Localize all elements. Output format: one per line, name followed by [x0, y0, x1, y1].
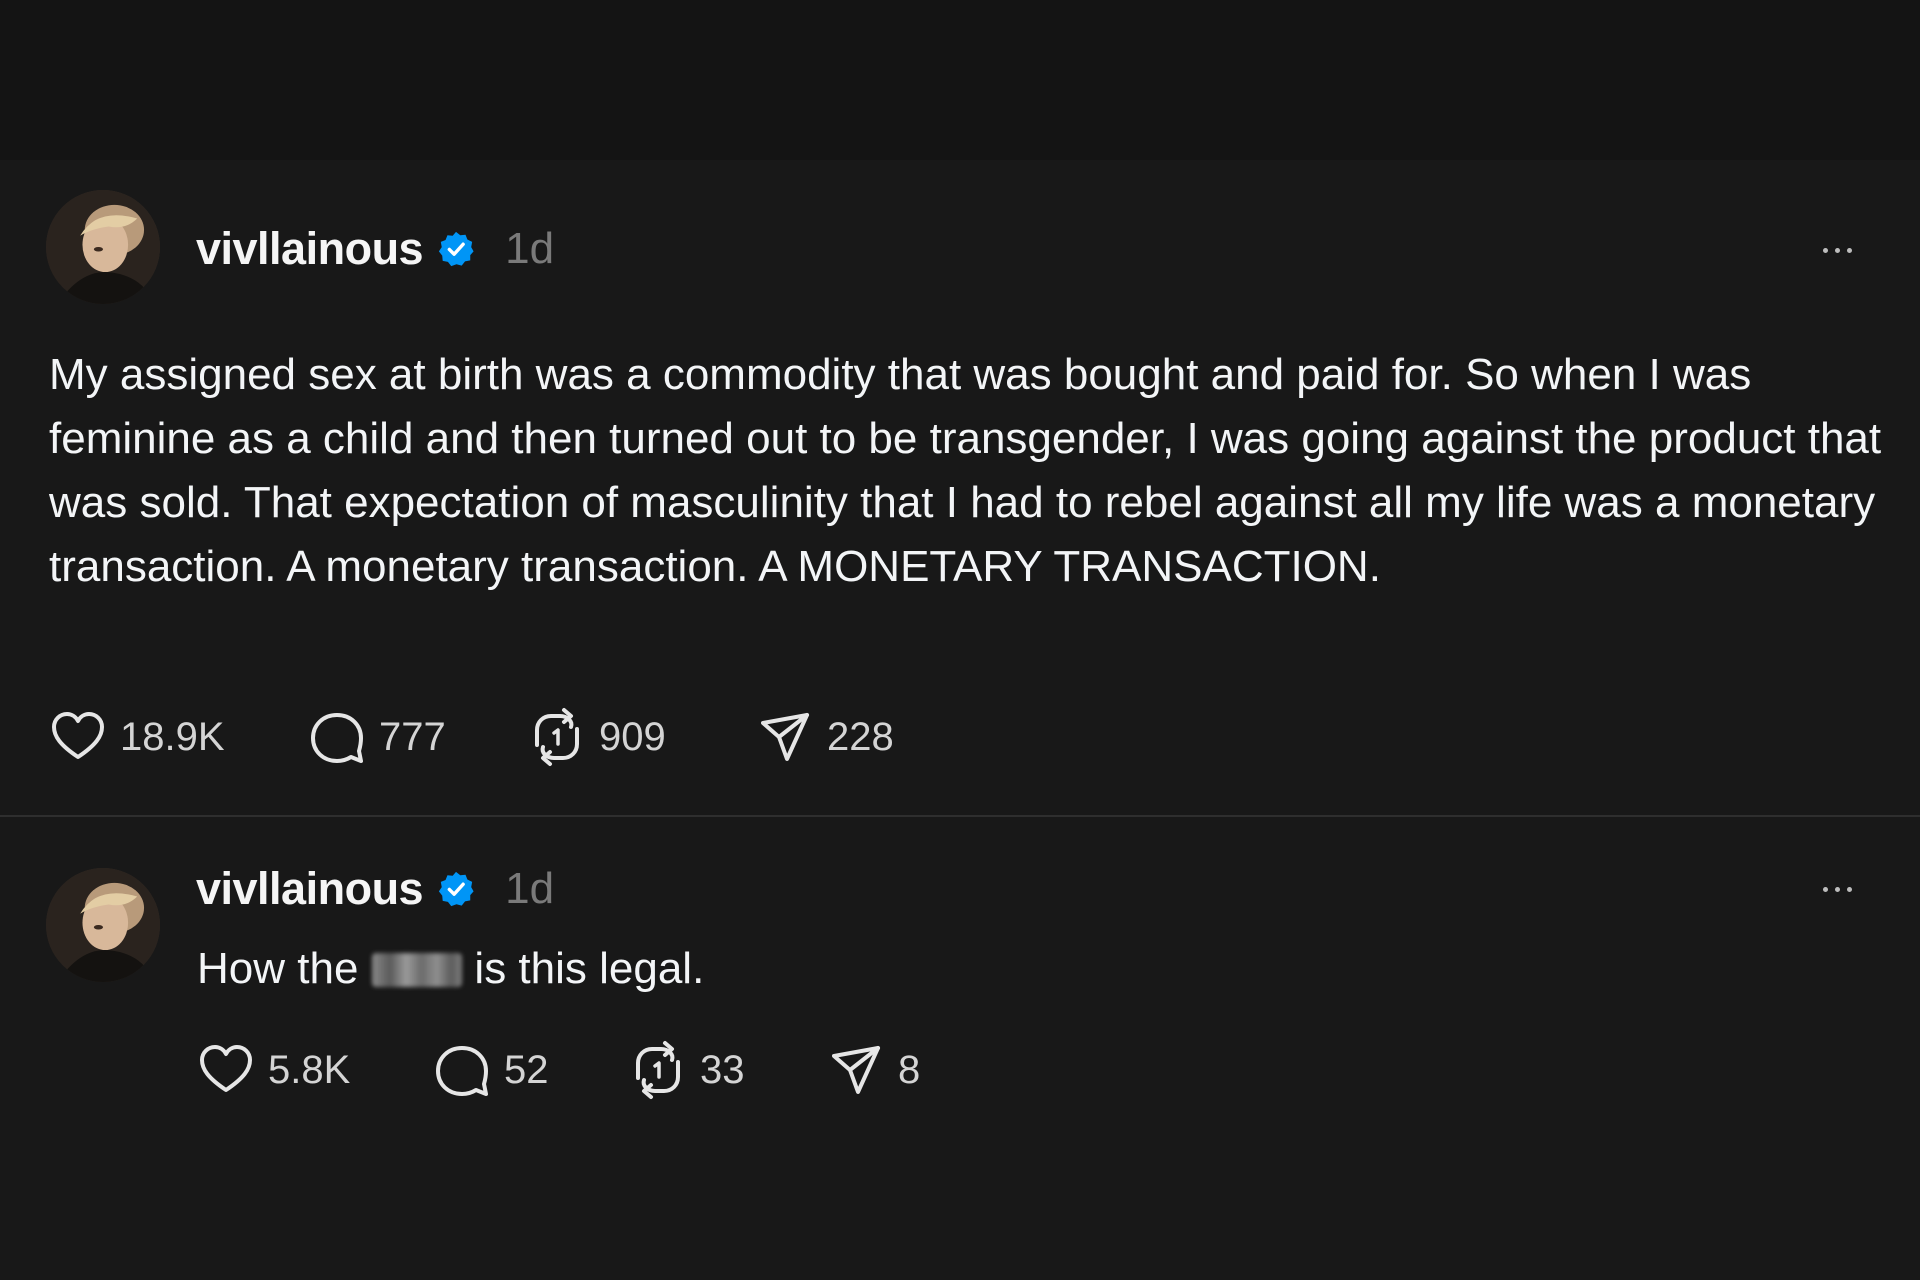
avatar[interactable] — [46, 868, 160, 982]
post-actions: 5.8K 52 33 8 — [196, 1038, 920, 1102]
top-bar — [0, 0, 1920, 160]
repost-icon — [628, 1040, 688, 1100]
username[interactable]: vivllainous — [196, 863, 424, 915]
post-actions: 18.9K 777 909 228 — [48, 705, 894, 769]
reply-count: 777 — [379, 714, 446, 759]
avatar-image — [46, 868, 160, 982]
post-header: vivllainous 1d — [196, 859, 554, 919]
reply-count: 52 — [504, 1047, 549, 1092]
verified-badge-icon — [437, 870, 475, 908]
repost-button[interactable]: 33 — [628, 1040, 826, 1100]
more-icon[interactable] — [1823, 240, 1852, 260]
share-icon — [755, 707, 815, 767]
timestamp: 1d — [505, 224, 555, 273]
repost-count: 909 — [599, 714, 666, 759]
post[interactable]: vivllainous 1d How the is this legal. 5.… — [0, 817, 1920, 1217]
like-count: 18.9K — [120, 714, 225, 759]
repost-count: 33 — [700, 1047, 745, 1092]
like-button[interactable]: 18.9K — [48, 707, 307, 767]
more-dot — [1847, 886, 1852, 892]
post-text: How the is this legal. — [197, 937, 1797, 1001]
like-button[interactable]: 5.8K — [196, 1040, 432, 1100]
username[interactable]: vivllainous — [196, 223, 424, 275]
repost-icon — [527, 707, 587, 767]
reply-button[interactable]: 52 — [432, 1040, 628, 1100]
post[interactable]: vivllainous 1d My assigned sex at birth … — [0, 160, 1920, 816]
threads-feed: vivllainous 1d My assigned sex at birth … — [0, 0, 1920, 1280]
more-dot — [1835, 247, 1840, 253]
timestamp: 1d — [505, 864, 555, 913]
avatar[interactable] — [46, 190, 160, 304]
share-count: 228 — [827, 714, 894, 759]
share-count: 8 — [898, 1047, 921, 1092]
avatar-image — [46, 190, 160, 304]
like-count: 5.8K — [268, 1047, 351, 1092]
heart-icon — [48, 707, 108, 767]
more-dot — [1823, 886, 1828, 892]
share-button[interactable]: 8 — [826, 1040, 920, 1100]
verified-badge-icon — [437, 230, 475, 268]
post-text-before: How the — [197, 944, 359, 993]
censored-word — [372, 953, 463, 987]
comment-icon — [432, 1040, 492, 1100]
share-button[interactable]: 228 — [755, 707, 894, 767]
reply-button[interactable]: 777 — [307, 707, 527, 767]
post-text: My assigned sex at birth was a commodity… — [49, 350, 1882, 591]
post-text-after: is this legal. — [474, 944, 705, 993]
share-icon — [826, 1040, 886, 1100]
heart-icon — [196, 1040, 256, 1100]
comment-icon — [307, 707, 367, 767]
more-dot — [1823, 247, 1828, 253]
post-header: vivllainous 1d — [196, 219, 554, 279]
more-dot — [1835, 886, 1840, 892]
more-icon[interactable] — [1823, 879, 1852, 899]
repost-button[interactable]: 909 — [527, 707, 755, 767]
more-dot — [1847, 247, 1852, 253]
